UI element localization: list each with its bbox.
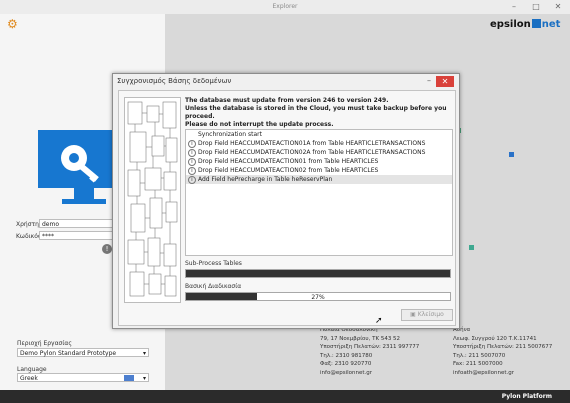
contact-thessaloniki: Πυλαία Θεσσαλονίκη 79, 17 Νοεμβρίου, ΤΚ 5…	[320, 327, 420, 376]
main-progress-bar: 27%	[185, 292, 451, 301]
language-label: Language	[17, 366, 47, 373]
chevron-down-icon: ▾	[142, 375, 146, 382]
info-icon: i	[188, 140, 196, 148]
footer-bar: Pylon Platform	[0, 390, 570, 403]
contact-athens: Αθήνα Λεωφ. Συγγρού 120 Τ.Κ.11741 Υποστήρι…	[453, 327, 553, 376]
log-item: Synchronization start	[198, 131, 262, 138]
brand-logo: epsilon net	[490, 19, 561, 30]
footer-text: Pylon Platform	[501, 393, 552, 400]
flag-icon	[124, 375, 134, 381]
dialog-title: Συγχρονισμός Βάσης δεδομένων	[117, 77, 232, 85]
login-button[interactable]: !	[102, 244, 112, 254]
log-item: i Drop Field HEACCUMDATEACTION01 from Tab…	[186, 157, 452, 166]
sync-dialog: Συγχρονισμός Βάσης δεδομένων – ✕ The dat…	[112, 73, 460, 329]
close-button[interactable]: ✕	[547, 0, 569, 14]
chevron-down-icon: ▾	[142, 350, 146, 357]
monitor-base	[62, 199, 106, 204]
sync-log-list[interactable]: Synchronization start i Drop Field HEACCU…	[185, 129, 453, 256]
decor-square	[469, 245, 474, 250]
dialog-body: The database must update from version 24…	[118, 90, 456, 326]
database-schema-image	[124, 97, 181, 303]
minimize-button[interactable]: –	[503, 0, 525, 14]
dialog-close-button[interactable]: ✕	[436, 76, 454, 87]
log-item: i Drop Field HEACCUMDATEACTION02A from Ta…	[186, 148, 452, 157]
log-item-selected: i Add Field hePrecharge in Table heReserv…	[186, 175, 452, 184]
info-icon: i	[188, 158, 196, 166]
subprocess-label: Sub-Process Tables	[185, 260, 242, 267]
update-warning: The database must update from version 24…	[185, 97, 447, 128]
decor-square	[509, 152, 514, 157]
main-process-label: Βασική Διαδικασία	[185, 283, 242, 290]
info-icon: i	[188, 176, 196, 184]
subprocess-progress-bar	[185, 269, 451, 278]
main-progress-text: 27%	[311, 294, 325, 301]
subprocess-progress-fill	[186, 270, 450, 277]
settings-gear-icon[interactable]: ⚙	[7, 18, 19, 30]
code-label: Κωδικός	[16, 233, 42, 240]
password-input[interactable]: ****	[39, 231, 114, 240]
log-item: i Drop Field HEACCUMDATEACTION02 from Tab…	[186, 166, 452, 175]
info-icon: i	[188, 149, 196, 157]
language-select[interactable]: Greek ▾	[17, 373, 149, 382]
user-input[interactable]: demo	[39, 219, 114, 228]
log-item: i Drop Field HEACCUMDATEACTION01A from Ta…	[186, 139, 452, 148]
save-icon: ▣	[410, 311, 418, 318]
info-icon: i	[188, 167, 196, 175]
window-title: Explorer	[272, 3, 298, 10]
cursor-arrow-icon: ➚	[375, 316, 383, 326]
dialog-close-action-button[interactable]: ▣ Κλείσιμο	[401, 309, 453, 321]
workspace-select[interactable]: Demo Pylon Standard Prototype ▾	[17, 348, 149, 357]
workspace-label: Περιοχή Εργασίας	[17, 340, 72, 347]
maximize-button[interactable]: □	[525, 0, 547, 14]
dialog-minimize-button[interactable]: –	[424, 76, 434, 86]
